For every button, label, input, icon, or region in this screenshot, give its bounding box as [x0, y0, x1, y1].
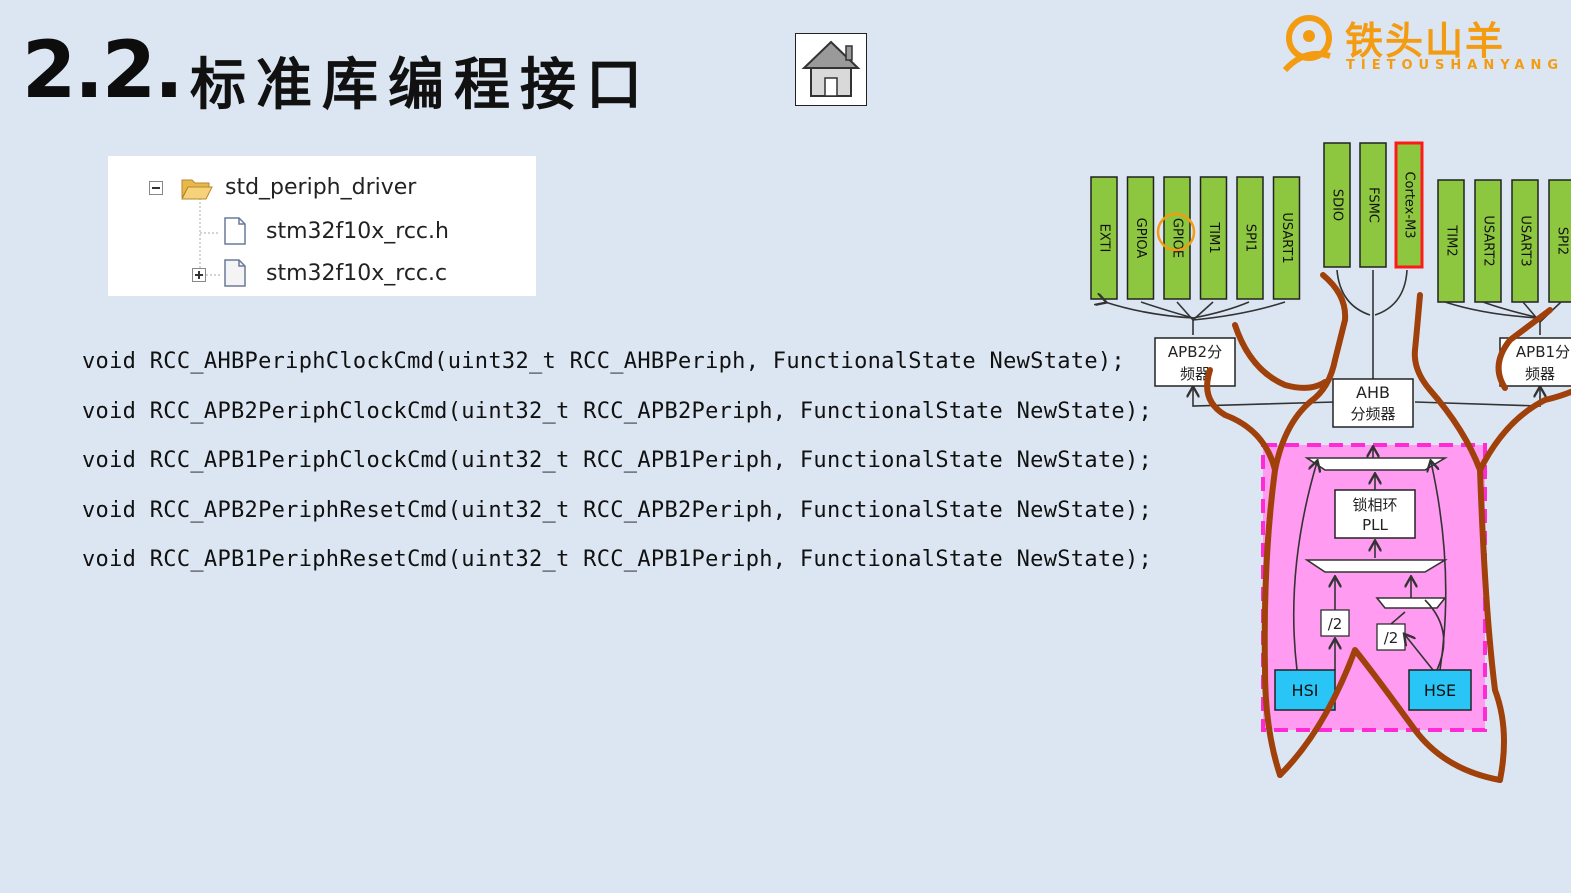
pll-source-mux	[1304, 559, 1448, 573]
pll-sub-label: PLL	[1362, 516, 1388, 534]
peripheral-label-spi1: SPI1	[1243, 224, 1258, 252]
clock-tree-diagram: EXTI GPIOA GPIOE TIM1 SPI1 USART1 SDIO FSMC Cor…	[1090, 141, 1571, 783]
peripheral-label-cortex-m3: Cortex-M3	[1402, 171, 1417, 238]
ahb-sub-label: 分频器	[1350, 405, 1395, 423]
file-item-c[interactable]: stm32f10x_rcc.c	[266, 261, 447, 286]
apb1-divider-suffix: 频器	[1525, 365, 1555, 383]
apb1-divider-label: APB1分	[1516, 343, 1570, 361]
code-line-apb2-clock: void RCC_APB2PeriphClockCmd(uint32_t RCC…	[82, 399, 1153, 424]
expand-toggle[interactable]	[192, 268, 206, 282]
peripheral-label-exti: EXTI	[1097, 224, 1112, 253]
peripheral-label-gpioa: GPIOA	[1133, 218, 1148, 259]
home-icon	[801, 40, 861, 97]
peripheral-label-usart3: USART3	[1518, 215, 1533, 266]
peripheral-label-usart1: USART1	[1279, 212, 1294, 263]
folder-label[interactable]: std_periph_driver	[225, 175, 416, 200]
slide-title: 标准库编程接口	[190, 53, 652, 118]
ahb-label: AHB	[1356, 383, 1390, 402]
peripheral-label-tim1: TIM1	[1206, 221, 1221, 253]
file-icon	[224, 217, 246, 245]
pllxtpre-mux	[1375, 597, 1447, 609]
code-line-ahb-clock: void RCC_AHBPeriphClockCmd(uint32_t RCC_…	[82, 349, 1125, 374]
home-button[interactable]	[795, 33, 867, 106]
peripheral-label-spi2: SPI2	[1555, 227, 1570, 255]
peripheral-label-sdio: SDIO	[1330, 189, 1345, 221]
sysclk-mux	[1304, 457, 1448, 471]
peripheral-label-fsmc: FSMC	[1366, 187, 1381, 223]
code-line-apb1-reset: void RCC_APB1PeriphResetCmd(uint32_t RCC…	[82, 547, 1153, 572]
pll-label: 锁相环	[1352, 496, 1397, 514]
hse-label: HSE	[1424, 681, 1456, 700]
peripheral-label-usart2: USART2	[1481, 215, 1496, 266]
collapse-toggle[interactable]	[149, 181, 163, 195]
hse-div2-label: /2	[1384, 629, 1399, 647]
folder-open-icon	[181, 179, 213, 200]
logo-name: 铁头山羊	[1345, 19, 1506, 63]
hsi-div2-label: /2	[1328, 615, 1343, 633]
slide-title-number: 2.2.	[22, 26, 184, 116]
code-line-apb1-clock: void RCC_APB1PeriphClockCmd(uint32_t RCC…	[82, 448, 1153, 473]
peripheral-label-gpioe: GPIOE	[1170, 218, 1185, 258]
peripheral-label-tim2: TIM2	[1444, 224, 1459, 256]
apb2-divider-label: APB2分	[1168, 343, 1222, 361]
hsi-label: HSI	[1292, 681, 1319, 700]
file-tree: std_periph_driver stm32f10x_rcc.h stm32f…	[108, 156, 536, 296]
logo-subtitle: TIETOUSHANYANG	[1346, 58, 1565, 73]
file-item-h[interactable]: stm32f10x_rcc.h	[266, 219, 449, 244]
code-line-apb2-reset: void RCC_APB2PeriphResetCmd(uint32_t RCC…	[82, 498, 1153, 523]
source-file-icon	[224, 259, 246, 287]
